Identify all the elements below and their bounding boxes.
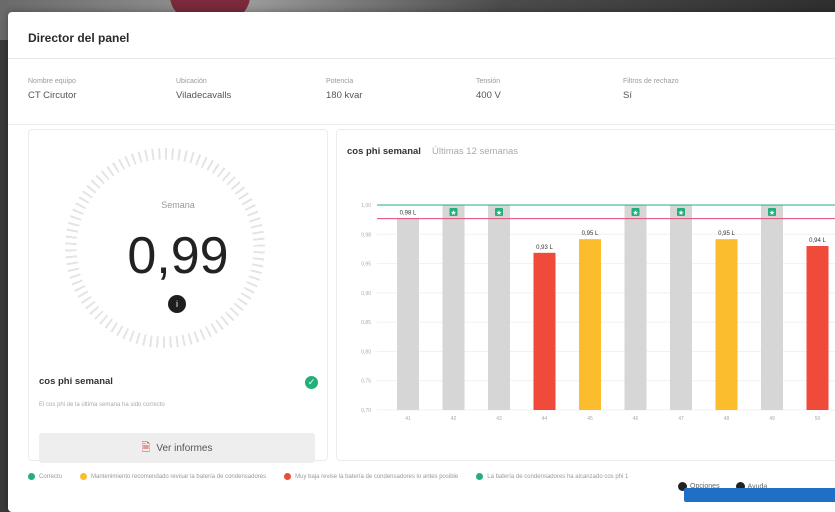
view-reports-label: Ver informes [156,443,213,454]
star-icon: ★ [496,209,502,217]
info-icon[interactable]: i [168,295,186,313]
star-icon: ★ [678,209,684,217]
legend-item: La batería de condensadores ha alcanzado… [476,473,628,480]
x-tick-label: 46 [633,416,639,422]
star-icon: ★ [769,209,775,217]
panel-window: Director del panel Nombre equipo CT Circ… [8,12,835,512]
meta-value: Sí [623,90,632,101]
card-description: El cos phi de la última semana ha sido c… [39,402,165,408]
chart-bar [761,205,783,410]
weekly-chart-card: cos phi semanal Últimas 12 semanas 1,00 0… [336,129,835,461]
chart-bar [442,205,465,410]
y-tick-label: 0,70 [361,408,371,414]
x-tick-label: 42 [451,416,457,422]
divider [8,58,835,59]
pdf-icon: 🗎 [141,442,151,454]
data-label: 0,95 L [718,231,735,237]
legend-label: Mantenimiento recomendado revisar la bat… [91,474,267,481]
y-tick-label: 0,95 [361,262,371,268]
legend-label: La batería de condensadores ha alcanzado… [487,474,629,481]
data-label: 0,95 L [582,231,599,237]
chart-bar [579,239,601,410]
x-tick-label: 41 [405,416,411,422]
star-icon: ★ [450,209,456,217]
chart-legend: Correcto Mantenimiento recomendado revisa… [28,473,646,480]
x-tick-label: 45 [587,416,593,422]
y-tick-label: 0,90 [361,291,371,297]
chart-bar [806,246,829,410]
meta-value: 400 V [476,90,501,101]
legend-dot [284,473,292,480]
chart-bar [488,205,510,410]
x-tick-label: 43 [496,416,502,422]
meta-field-location: Ubicación Viladecavalls [176,78,231,101]
legend-item: Mantenimiento recomendado revisar la bat… [80,473,266,480]
meta-label: Ubicación [176,78,207,85]
chart-bar [715,239,738,410]
y-tick-label: 0,85 [361,320,371,326]
chart-bar [624,205,647,410]
meta-label: Potencia [326,78,354,85]
chart-bar [670,205,692,410]
meta-value: Viladecavalls [176,90,232,101]
chart-title: cos phi semanal [347,146,421,157]
meta-label: Tensión [476,78,501,85]
meta-field-voltage: Tensión 400 V [476,78,501,101]
x-tick-label: 50 [815,416,821,422]
data-label: 0,94 L [809,238,826,244]
meta-field-filters: Filtros de rechazo Sí [623,78,679,101]
chart-bar [533,252,556,410]
cosphi-bar-chart: 1,00 0,98 0,95 0,90 0,85 0,80 0,75 0,70 0,98 L 41… [361,203,835,422]
legend-label: Muy baja revise la batería de condensado… [295,474,459,481]
meta-field-power: Potencia 180 kvar [326,78,362,101]
data-label: 0,98 L [400,211,417,217]
view-reports-button[interactable]: 🗎 Ver informes [39,433,315,463]
legend-dot [476,473,484,480]
meta-value: CT Circutor [28,90,77,101]
legend-item: Muy baja revise la batería de condensado… [284,473,458,480]
gauge-value: 0,99 [127,227,229,285]
y-tick-label: 0,98 [361,232,371,238]
x-tick-label: 48 [724,416,730,422]
meta-field-name: Nombre equipo CT Circutor [28,78,76,101]
data-label: 0,93 L [536,245,553,251]
weekly-cosphi-card: Semana 0,99 i cos phi semanal ✓ El cos p… [28,129,328,463]
legend-label: Correcto [39,474,63,481]
divider [8,124,835,125]
legend-item: Correcto [28,473,62,480]
card-title: cos phi semanal [39,376,113,387]
meta-label: Filtros de rechazo [623,78,679,85]
x-tick-label: 44 [542,416,548,422]
x-tick-label: 47 [678,416,684,422]
legend-dot [28,473,35,480]
y-tick-label: 0,75 [361,379,371,385]
y-tick-label: 1,00 [361,203,371,209]
y-tick-label: 0,80 [361,349,371,355]
check-icon: ✓ [305,376,318,389]
meta-label: Nombre equipo [28,78,76,85]
chart-subtitle: Últimas 12 semanas [432,146,519,157]
meta-value: 180 kvar [326,90,363,101]
chart-bar [397,218,419,410]
legend-dot [80,473,88,480]
star-icon: ★ [632,209,638,217]
x-tick-label: 49 [769,416,775,422]
gauge-label: Semana [161,200,195,210]
page-title: Director del panel [28,31,130,45]
